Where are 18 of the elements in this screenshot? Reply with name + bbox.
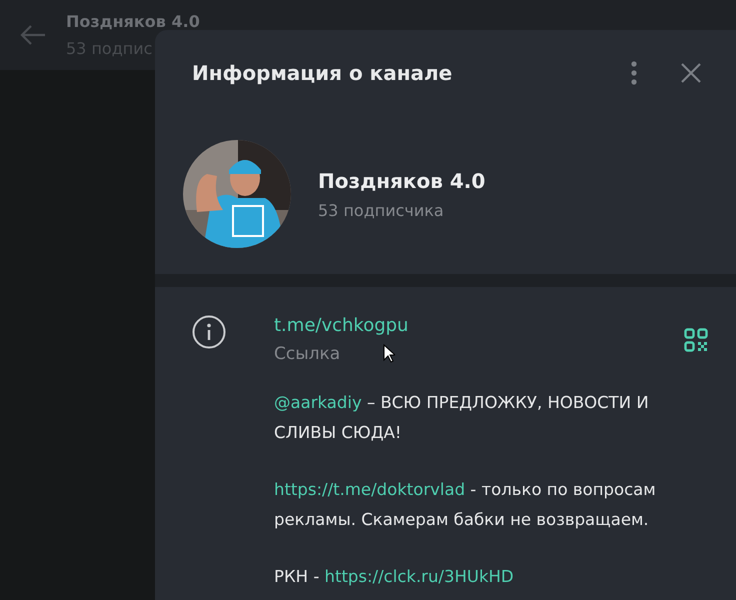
description-paragraph: @aarkadiy – ВСЮ ПРЕДЛОЖКУ, НОВОСТИ И СЛИВЫ СЮДА!: [274, 392, 650, 444]
back-arrow-icon[interactable]: [20, 25, 46, 45]
qr-code-icon[interactable]: [684, 328, 708, 352]
link[interactable]: @aarkadiy: [274, 393, 362, 412]
description-paragraph: https://t.me/doktorvlad - только по вопросам рекламы. Скамерам бабки не возвращаем.: [274, 479, 657, 531]
more-icon[interactable]: [631, 61, 637, 85]
description-paragraph: РКН - https://clck.ru/3HUkHD: [274, 566, 515, 588]
chat-title: Поздняков 4.0: [66, 12, 200, 31]
cursor-icon: [383, 344, 395, 363]
channel-link[interactable]: t.me/vchkogpu: [274, 315, 408, 336]
channel-name: Поздняков 4.0: [318, 168, 486, 192]
link[interactable]: https://t.me/doktorvlad: [274, 480, 466, 499]
dialog-title: Информация о канале: [192, 61, 454, 85]
close-icon[interactable]: [681, 63, 701, 83]
link-caption: Ссылка: [274, 344, 340, 364]
info-icon: [192, 315, 226, 349]
subscriber-count: 53 подписчика: [318, 200, 445, 220]
link[interactable]: https://clck.ru/3HUkHD: [324, 567, 514, 586]
